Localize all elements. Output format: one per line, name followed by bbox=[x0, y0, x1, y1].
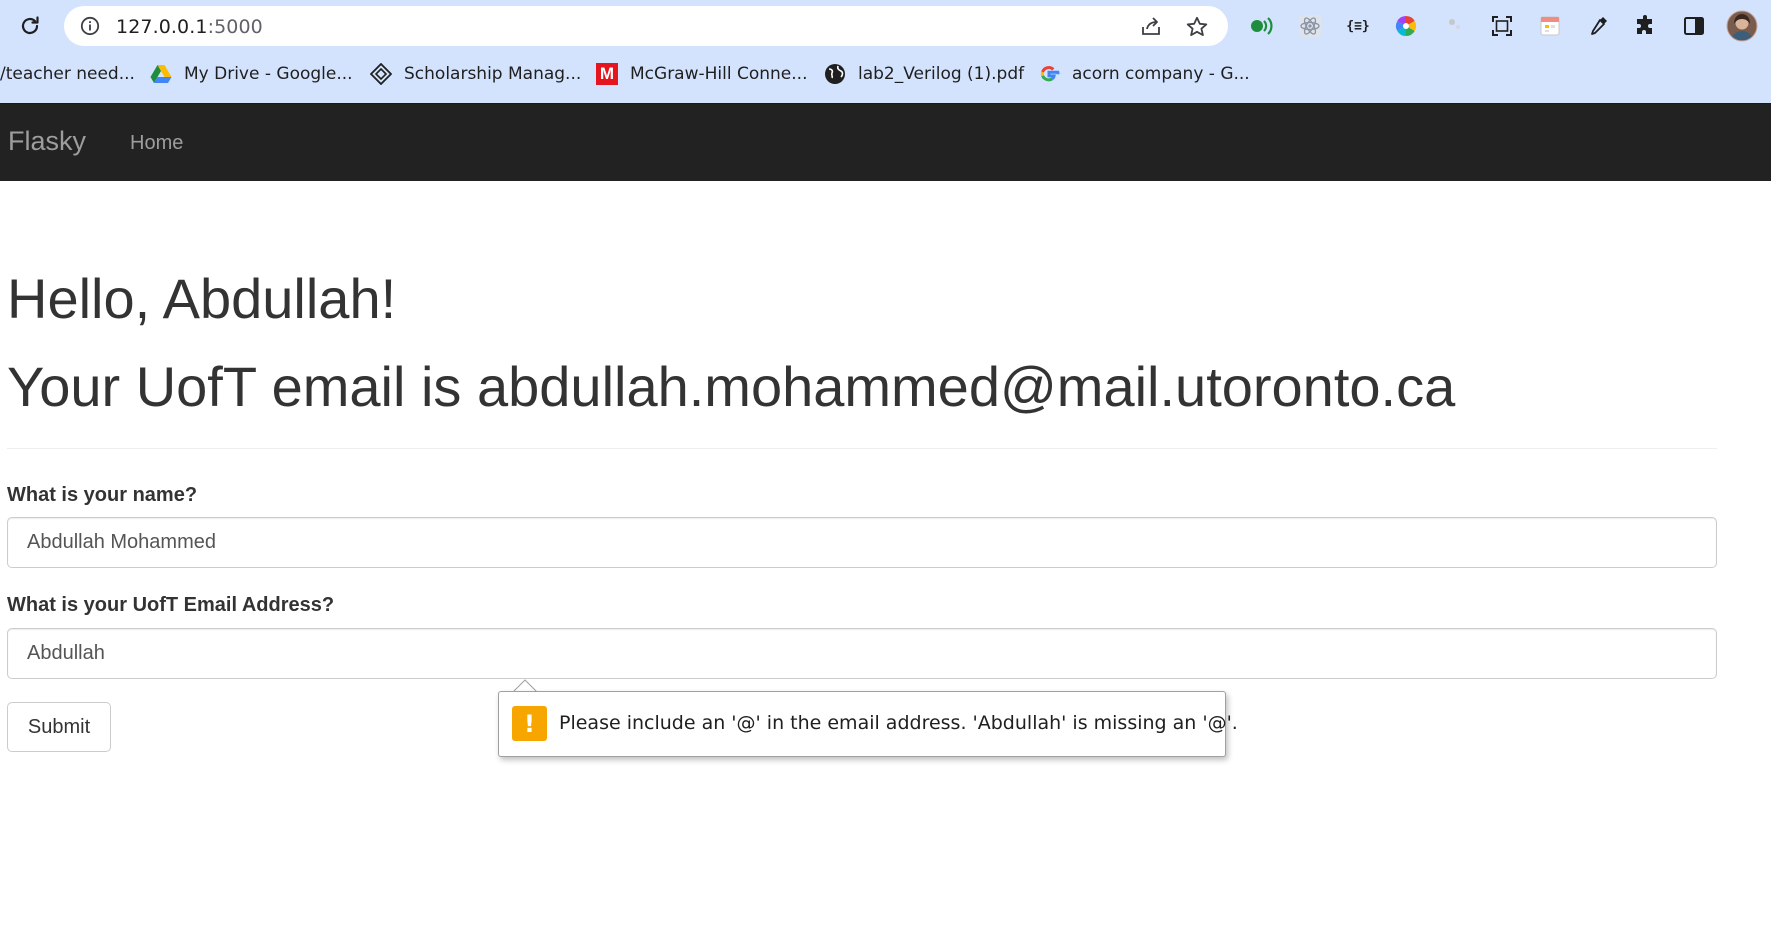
warning-icon: ! bbox=[512, 706, 547, 741]
calendar-extension-icon[interactable] bbox=[1536, 12, 1564, 40]
browser-chrome: 127.0.0.1:5000 {≡} /teacher need... My D… bbox=[0, 0, 1771, 103]
name-input[interactable] bbox=[7, 517, 1717, 568]
url-port: :5000 bbox=[207, 16, 263, 38]
globe-icon bbox=[824, 63, 846, 85]
email-heading: Your UofT email is abdullah.mohammed@mai… bbox=[7, 355, 1456, 418]
name-label: What is your name? bbox=[7, 484, 198, 506]
navbar: Flasky Home bbox=[0, 103, 1771, 181]
url-text[interactable]: 127.0.0.1:5000 bbox=[116, 16, 263, 38]
omnibox[interactable]: 127.0.0.1:5000 bbox=[64, 6, 1228, 46]
bookmark-label: Scholarship Manag... bbox=[404, 64, 582, 84]
screenshot-icon[interactable] bbox=[1488, 12, 1516, 40]
bookmark-item[interactable]: M McGraw-Hill Conne... bbox=[596, 56, 807, 92]
url-host: 127.0.0.1 bbox=[116, 16, 208, 38]
eyedropper-icon[interactable] bbox=[1584, 12, 1612, 40]
bookmark-item[interactable]: My Drive - Google... bbox=[150, 56, 353, 92]
diamond-logo-icon bbox=[370, 63, 392, 85]
validation-message: Please include an '@' in the email addre… bbox=[559, 712, 1238, 734]
bookmark-label: McGraw-Hill Conne... bbox=[630, 64, 808, 84]
bookmarks-bar: /teacher need... My Drive - Google... Sc… bbox=[0, 56, 1771, 92]
react-devtools-icon[interactable] bbox=[1296, 12, 1324, 40]
share-icon[interactable] bbox=[1138, 14, 1164, 40]
bookmark-star-icon[interactable] bbox=[1184, 14, 1210, 40]
mcgraw-hill-icon: M bbox=[596, 63, 618, 85]
bookmark-label: acorn company - G... bbox=[1072, 64, 1250, 84]
dots-extension-icon[interactable] bbox=[1440, 12, 1468, 40]
google-icon bbox=[1038, 63, 1060, 85]
submit-button[interactable]: Submit bbox=[7, 702, 111, 752]
reload-icon[interactable] bbox=[16, 12, 44, 40]
navbar-brand[interactable]: Flasky bbox=[8, 126, 86, 157]
bookmark-item[interactable]: acorn company - G... bbox=[1038, 56, 1250, 92]
bookmark-label: /teacher need... bbox=[0, 64, 135, 84]
google-drive-icon bbox=[150, 63, 172, 85]
bookmark-item[interactable]: lab2_Verilog (1).pdf bbox=[824, 56, 1024, 92]
email-input[interactable] bbox=[7, 628, 1717, 679]
json-formatter-icon[interactable]: {≡} bbox=[1344, 12, 1372, 40]
audio-extension-icon[interactable] bbox=[1248, 12, 1276, 40]
bookmark-item[interactable]: /teacher need... bbox=[0, 56, 135, 92]
address-bar-row: 127.0.0.1:5000 {≡} bbox=[0, 0, 1771, 52]
divider bbox=[7, 448, 1717, 449]
profile-avatar[interactable] bbox=[1726, 10, 1758, 42]
validation-tooltip: ! Please include an '@' in the email add… bbox=[498, 691, 1238, 757]
site-info-icon[interactable] bbox=[80, 16, 100, 36]
bookmark-label: My Drive - Google... bbox=[184, 64, 353, 84]
puzzle-icon[interactable] bbox=[1632, 12, 1660, 40]
bookmark-label: lab2_Verilog (1).pdf bbox=[858, 64, 1025, 84]
color-picker-icon[interactable] bbox=[1392, 12, 1420, 40]
greeting-heading: Hello, Abdullah! bbox=[7, 267, 397, 330]
email-label: What is your UofT Email Address? bbox=[7, 594, 335, 616]
bookmark-item[interactable]: Scholarship Manag... bbox=[370, 56, 581, 92]
side-panel-icon[interactable] bbox=[1680, 12, 1708, 40]
nav-link-home[interactable]: Home bbox=[130, 132, 183, 155]
